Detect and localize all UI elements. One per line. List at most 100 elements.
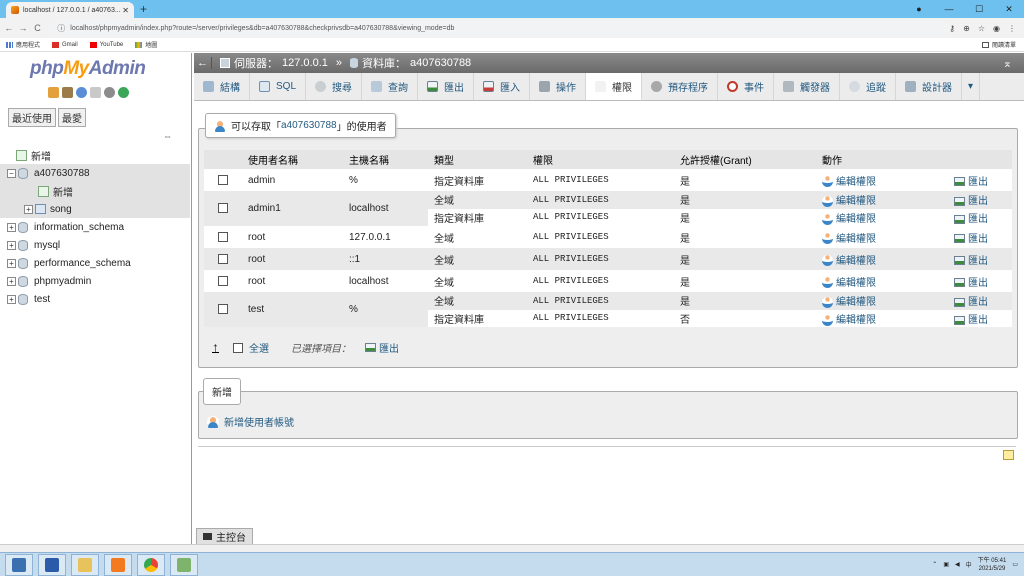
close-window-button[interactable]: ✕ — [994, 4, 1024, 15]
maximize-button[interactable]: ☐ — [964, 4, 994, 15]
recent-tab[interactable]: 最近使用 — [8, 108, 56, 127]
tab-routines[interactable]: 預存程序 — [642, 73, 719, 100]
tree-item-information-schema[interactable]: + information_schema — [0, 218, 190, 236]
console-toggle[interactable]: 主控台 — [196, 528, 253, 544]
back-arrow-icon[interactable]: ← — [194, 57, 212, 69]
breadcrumb-db[interactable]: a407630788 — [410, 57, 471, 69]
tree-item-a407630788[interactable]: − a407630788 — [0, 164, 190, 182]
account-icon[interactable]: ◉ — [993, 24, 1000, 33]
forward-icon[interactable]: → — [17, 23, 28, 33]
tab-designer[interactable]: 設計器 — [896, 73, 963, 100]
tab-query[interactable]: 查詢 — [362, 73, 419, 100]
tree-item-test[interactable]: + test — [0, 290, 190, 308]
tab-structure[interactable]: 結構 — [194, 73, 250, 100]
settings-icon[interactable] — [104, 87, 115, 98]
browser-tab[interactable]: localhost / 127.0.0.1 / a40763... ✕ — [6, 2, 134, 18]
export-user-link[interactable]: 匯出 — [948, 270, 1012, 292]
zoom-icon[interactable]: ⊕ — [963, 24, 970, 33]
minimize-button[interactable]: — — [934, 4, 964, 14]
bookmark-youtube[interactable]: YouTube — [89, 41, 123, 48]
tree-item-mysql[interactable]: + mysql — [0, 236, 190, 254]
bookmark-maps[interactable]: 地圖 — [135, 40, 157, 49]
expand-node-icon[interactable]: + — [7, 294, 16, 304]
tab-operations[interactable]: 操作 — [530, 73, 587, 100]
tab-sql[interactable]: SQL — [250, 73, 307, 100]
add-user-link[interactable]: 新增使用者帳號 — [207, 414, 294, 429]
tab-tracking[interactable]: 追蹤 — [840, 73, 897, 100]
tray-chevron-icon[interactable]: ⌃ — [932, 561, 937, 568]
horizontal-scrollbar[interactable] — [0, 544, 1024, 552]
expand-node-icon[interactable]: + — [7, 222, 16, 232]
export-user-link[interactable]: 匯出 — [948, 309, 1012, 327]
favorites-tab[interactable]: 最愛 — [58, 108, 86, 127]
tab-triggers[interactable]: 觸發器 — [774, 73, 841, 100]
bulk-export-button[interactable]: 匯出 — [365, 340, 399, 355]
help-icon[interactable] — [76, 87, 87, 98]
tree-item-phpmyadmin[interactable]: + phpmyadmin — [0, 272, 190, 290]
star-icon[interactable]: ☆ — [978, 24, 985, 33]
edit-privileges-link[interactable]: 編輯權限 — [816, 309, 948, 327]
tree-item-performance-schema[interactable]: + performance_schema — [0, 254, 190, 272]
reload-nav-icon[interactable] — [118, 87, 129, 98]
row-checkbox[interactable] — [218, 174, 228, 185]
edit-privileges-link[interactable]: 編輯權限 — [816, 292, 948, 310]
key-icon[interactable]: ⚷ — [949, 24, 955, 33]
docs-icon[interactable] — [90, 87, 101, 98]
notepad-button[interactable] — [170, 553, 198, 576]
notifications-icon[interactable]: ▭ — [1012, 561, 1018, 568]
export-user-link[interactable]: 匯出 — [948, 169, 1012, 191]
tree-item-new-table[interactable]: 新增 — [0, 182, 190, 200]
close-tab-icon[interactable]: ✕ — [122, 6, 129, 15]
export-user-link[interactable]: 匯出 — [948, 191, 1012, 209]
select-all-checkbox[interactable] — [233, 342, 243, 353]
network-icon[interactable]: ▣ — [943, 561, 949, 568]
export-user-link[interactable]: 匯出 — [948, 208, 1012, 226]
logout-icon[interactable] — [62, 87, 73, 98]
export-user-link[interactable]: 匯出 — [948, 292, 1012, 310]
row-checkbox[interactable] — [218, 231, 228, 242]
edit-privileges-link[interactable]: 編輯權限 — [816, 248, 948, 270]
expand-node-icon[interactable]: + — [24, 204, 33, 214]
breadcrumb-server[interactable]: 127.0.0.1 — [282, 57, 328, 69]
expand-node-icon[interactable]: + — [7, 240, 16, 250]
export-user-link[interactable]: 匯出 — [948, 226, 1012, 248]
reading-list[interactable]: 閱讀清單 — [981, 40, 1024, 49]
expand-node-icon[interactable]: + — [7, 258, 16, 268]
tab-events[interactable]: 事件 — [718, 73, 775, 100]
tree-item-new[interactable]: 新增 — [0, 146, 190, 164]
select-all-label[interactable]: 全選 — [249, 340, 269, 355]
tree-item-song[interactable]: + song — [0, 200, 190, 218]
xampp-button[interactable] — [104, 553, 132, 576]
info-icon[interactable]: ⓘ — [57, 23, 65, 34]
edit-privileges-link[interactable]: 編輯權限 — [816, 208, 948, 226]
expand-node-icon[interactable]: + — [7, 276, 16, 286]
menu-icon[interactable]: ⋮ — [1008, 24, 1016, 33]
collapse-top-icon[interactable]: ⌅ — [1003, 57, 1024, 70]
edit-privileges-link[interactable]: 編輯權限 — [816, 191, 948, 209]
file-explorer-button[interactable] — [71, 553, 99, 576]
tab-more[interactable]: ▾ — [962, 73, 981, 100]
notes-icon[interactable] — [1003, 450, 1014, 460]
powershell-button[interactable] — [38, 553, 66, 576]
volume-icon[interactable]: ◀ — [955, 561, 960, 568]
tab-search[interactable]: 搜尋 — [306, 73, 363, 100]
row-checkbox[interactable] — [218, 304, 228, 315]
bookmark-apps[interactable]: 應用程式 — [6, 40, 40, 49]
server-manager-button[interactable] — [5, 553, 33, 576]
edit-privileges-link[interactable]: 編輯權限 — [816, 169, 948, 191]
clock[interactable]: 下午 05:41 2021/5/29 — [978, 557, 1007, 573]
tab-import[interactable]: 匯入 — [474, 73, 531, 100]
row-checkbox[interactable] — [218, 253, 228, 264]
row-checkbox[interactable] — [218, 275, 228, 286]
edit-privileges-link[interactable]: 編輯權限 — [816, 226, 948, 248]
collapse-node-icon[interactable]: − — [7, 168, 16, 178]
export-user-link[interactable]: 匯出 — [948, 248, 1012, 270]
phpmyadmin-logo[interactable]: phpMyAdmin — [30, 58, 146, 80]
home-icon[interactable] — [48, 87, 59, 98]
edit-privileges-link[interactable]: 編輯權限 — [816, 270, 948, 292]
collapse-all-icon[interactable]: ⇔ — [163, 131, 172, 141]
tab-export[interactable]: 匯出 — [418, 73, 475, 100]
reload-icon[interactable]: C — [32, 23, 43, 33]
tab-privileges[interactable]: 權限 — [586, 73, 643, 100]
new-tab-button[interactable]: + — [140, 2, 147, 16]
